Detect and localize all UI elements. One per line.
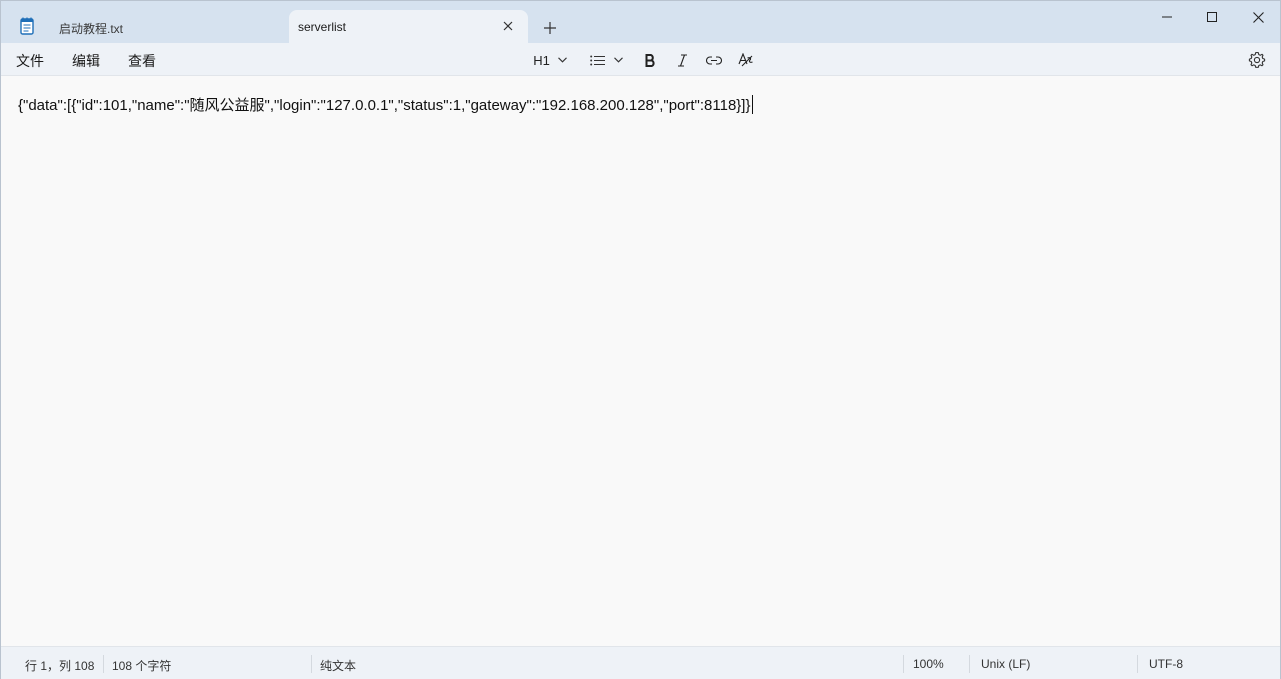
text-caret [751, 95, 753, 114]
italic-icon [677, 53, 687, 67]
minimize-icon [1162, 16, 1172, 18]
link-button[interactable] [704, 50, 724, 70]
clear-format-icon [738, 53, 753, 67]
editor-content[interactable]: {"data":[{"id":101,"name":"随风公益服","login… [18, 94, 753, 115]
menu-file[interactable]: 文件 [16, 51, 44, 71]
menu-bar: 文件 编辑 查看 H1 [1, 43, 1280, 76]
tab-startup-tutorial[interactable]: 启动教程.txt [9, 10, 287, 43]
chevron-down-icon [557, 57, 567, 63]
italic-button[interactable] [673, 50, 691, 70]
tab-label: 启动教程.txt [59, 22, 124, 36]
status-divider [311, 655, 312, 673]
bold-icon [645, 53, 655, 67]
tab-serverlist[interactable]: serverlist [289, 10, 528, 43]
notepad-icon [20, 17, 34, 35]
link-icon [706, 55, 722, 65]
heading-dropdown[interactable]: H1 [531, 50, 569, 70]
title-bar: 启动教程.txt serverlist [1, 1, 1280, 43]
maximize-button[interactable] [1189, 5, 1235, 29]
list-dropdown[interactable] [588, 50, 624, 70]
character-count: 108 个字符 [112, 659, 172, 673]
plus-icon [544, 22, 556, 34]
status-bar: 行 1，列 108 108 个字符 纯文本 100% Unix (LF) UTF… [1, 646, 1280, 679]
gear-icon[interactable] [1248, 51, 1266, 69]
status-divider [103, 655, 104, 673]
maximize-icon [1207, 12, 1217, 22]
status-divider [969, 655, 970, 673]
tab-label: serverlist [298, 20, 347, 34]
encoding[interactable]: UTF-8 [1149, 657, 1183, 671]
close-icon [1252, 11, 1264, 23]
text-editor[interactable]: {"data":[{"id":101,"name":"随风公益服","login… [1, 77, 1280, 646]
new-tab-button[interactable] [539, 17, 561, 39]
chevron-down-icon [613, 57, 623, 63]
menu-view[interactable]: 查看 [128, 51, 156, 71]
list-icon [589, 55, 605, 65]
cursor-position: 行 1，列 108 [25, 659, 95, 673]
status-divider [1137, 655, 1138, 673]
menu-edit[interactable]: 编辑 [72, 51, 100, 71]
notepad-window: 启动教程.txt serverlist 文件 编辑 查看 H1 {"data":… [0, 0, 1281, 679]
clear-format-button[interactable] [736, 50, 756, 70]
close-window-button[interactable] [1235, 5, 1281, 29]
editor-text-line: {"data":[{"id":101,"name":"随风公益服","login… [18, 97, 751, 114]
bold-button[interactable] [641, 50, 659, 70]
zoom-level[interactable]: 100% [913, 657, 944, 671]
close-tab-icon[interactable] [500, 18, 516, 34]
minimize-button[interactable] [1144, 5, 1190, 29]
line-ending[interactable]: Unix (LF) [981, 657, 1030, 671]
status-divider [903, 655, 904, 673]
text-format[interactable]: 纯文本 [320, 657, 356, 674]
heading-label: H1 [533, 52, 550, 68]
